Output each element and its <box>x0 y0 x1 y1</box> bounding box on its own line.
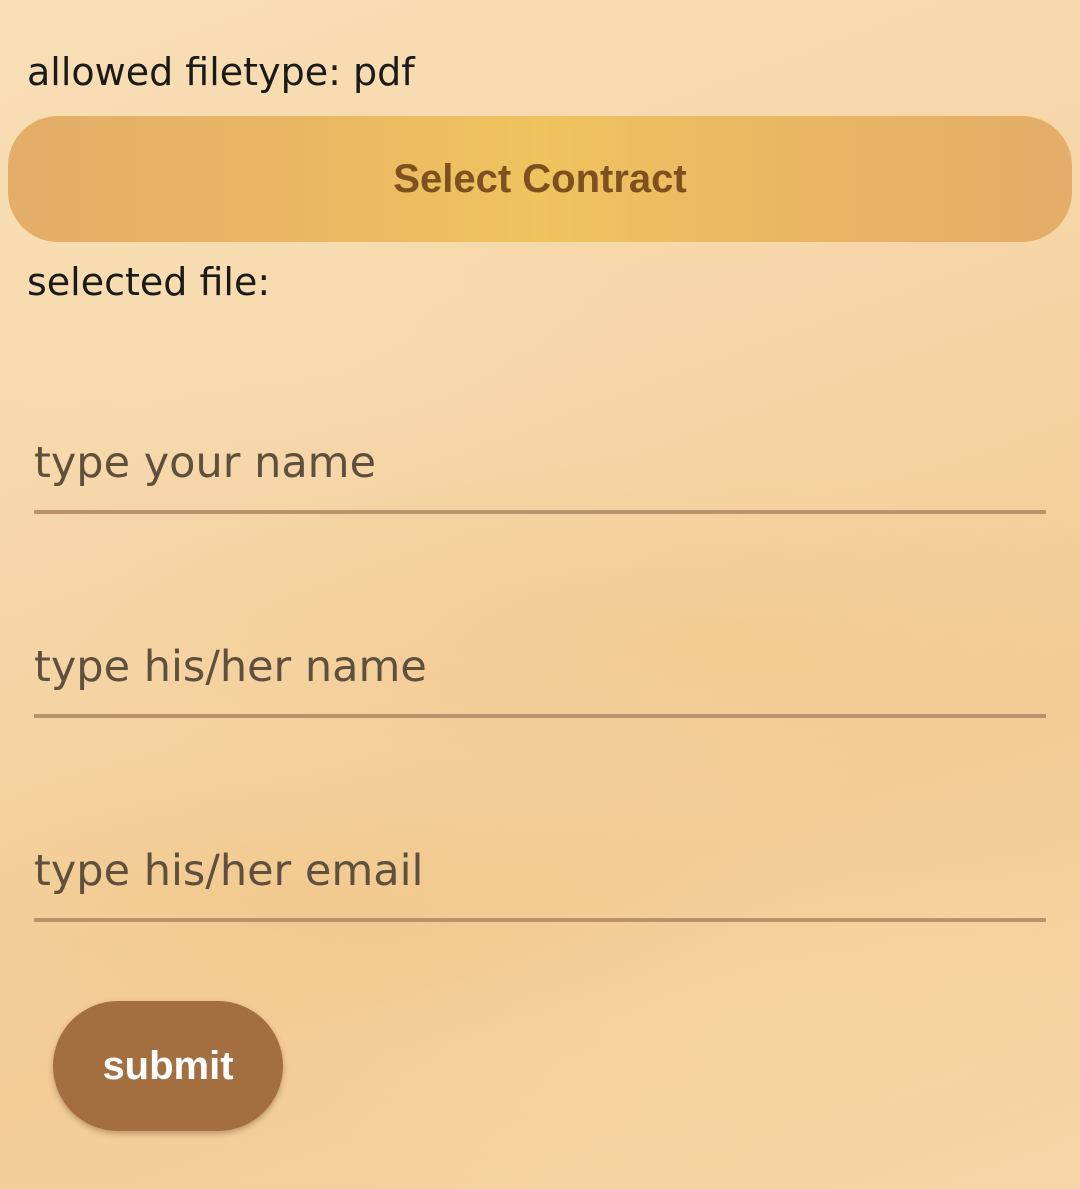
his-her-name-input[interactable] <box>34 620 1046 714</box>
your-name-field-container <box>34 416 1046 514</box>
his-her-email-underline <box>34 918 1046 922</box>
his-her-email-field-container <box>34 824 1046 922</box>
his-her-email-input[interactable] <box>34 824 1046 918</box>
selected-file-label: selected file: <box>27 260 271 304</box>
his-her-name-underline <box>34 714 1046 718</box>
allowed-filetype-label: allowed filetype: pdf <box>27 50 415 94</box>
select-contract-button[interactable]: Select Contract <box>8 116 1072 242</box>
your-name-input[interactable] <box>34 416 1046 510</box>
your-name-underline <box>34 510 1046 514</box>
submit-button[interactable]: submit <box>53 1001 283 1131</box>
his-her-name-field-container <box>34 620 1046 718</box>
